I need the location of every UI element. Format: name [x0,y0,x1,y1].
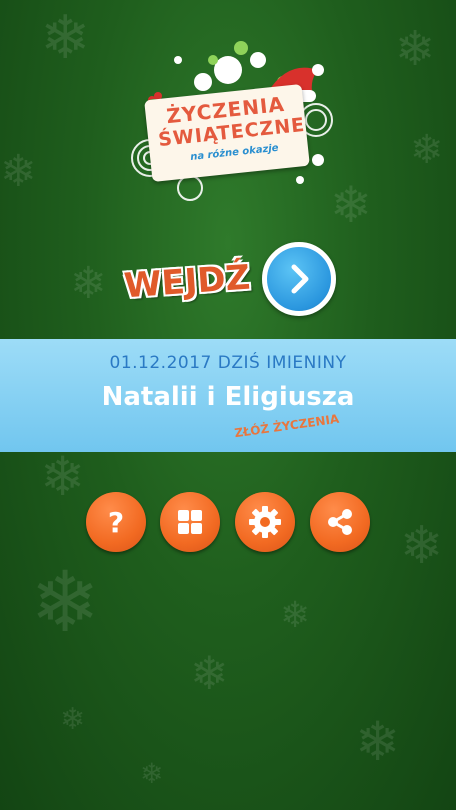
snowflake-decoration: ❄ [70,258,107,309]
logo-card: ŻYCZENIA ŚWIĄTECZNE na różne okazje [144,83,310,183]
snowflake-decoration: ❄ [280,595,311,636]
settings-button[interactable] [235,492,295,552]
snowflake-decoration: ❄ [355,710,401,773]
enter-section[interactable]: WEJDŹ [123,242,340,318]
gear-icon [249,506,281,538]
send-wishes-link[interactable]: ZŁÓŻ ŻYCZENIA [234,412,340,441]
snowflake-decoration: ❄ [30,553,101,651]
share-icon [328,509,352,535]
categories-button[interactable] [160,492,220,552]
nameday-names: Natalii i Eligiusza [101,382,355,412]
enter-label[interactable]: WEJDŹ [123,258,252,307]
snowflake-decoration: ❄ [400,516,444,576]
snowflake-decoration: ❄ [410,127,444,173]
snowflake-decoration: ❄ [395,21,436,77]
snowflake-decoration: ❄ [140,757,164,790]
help-icon: ? [108,507,124,537]
svg-text:?: ? [108,507,124,537]
nameday-banner: 01.12.2017 DZIŚ IMIENINY Natalii i Eligi… [0,339,456,452]
help-button[interactable]: ? [86,492,146,552]
snowflake-decoration: ❄ [190,646,229,700]
share-button[interactable] [310,492,370,552]
chevron-right-icon [291,264,309,294]
enter-button[interactable] [262,242,336,316]
snowflake-decoration: ❄ [40,3,91,73]
snowflake-decoration: ❄ [40,445,86,508]
nameday-date: 01.12.2017 DZIŚ IMIENINY [109,353,347,373]
snowflake-decoration: ❄ [60,702,86,737]
snowflake-decoration: ❄ [0,146,37,197]
action-buttons: ? [86,492,370,554]
grid-icon [178,510,202,534]
